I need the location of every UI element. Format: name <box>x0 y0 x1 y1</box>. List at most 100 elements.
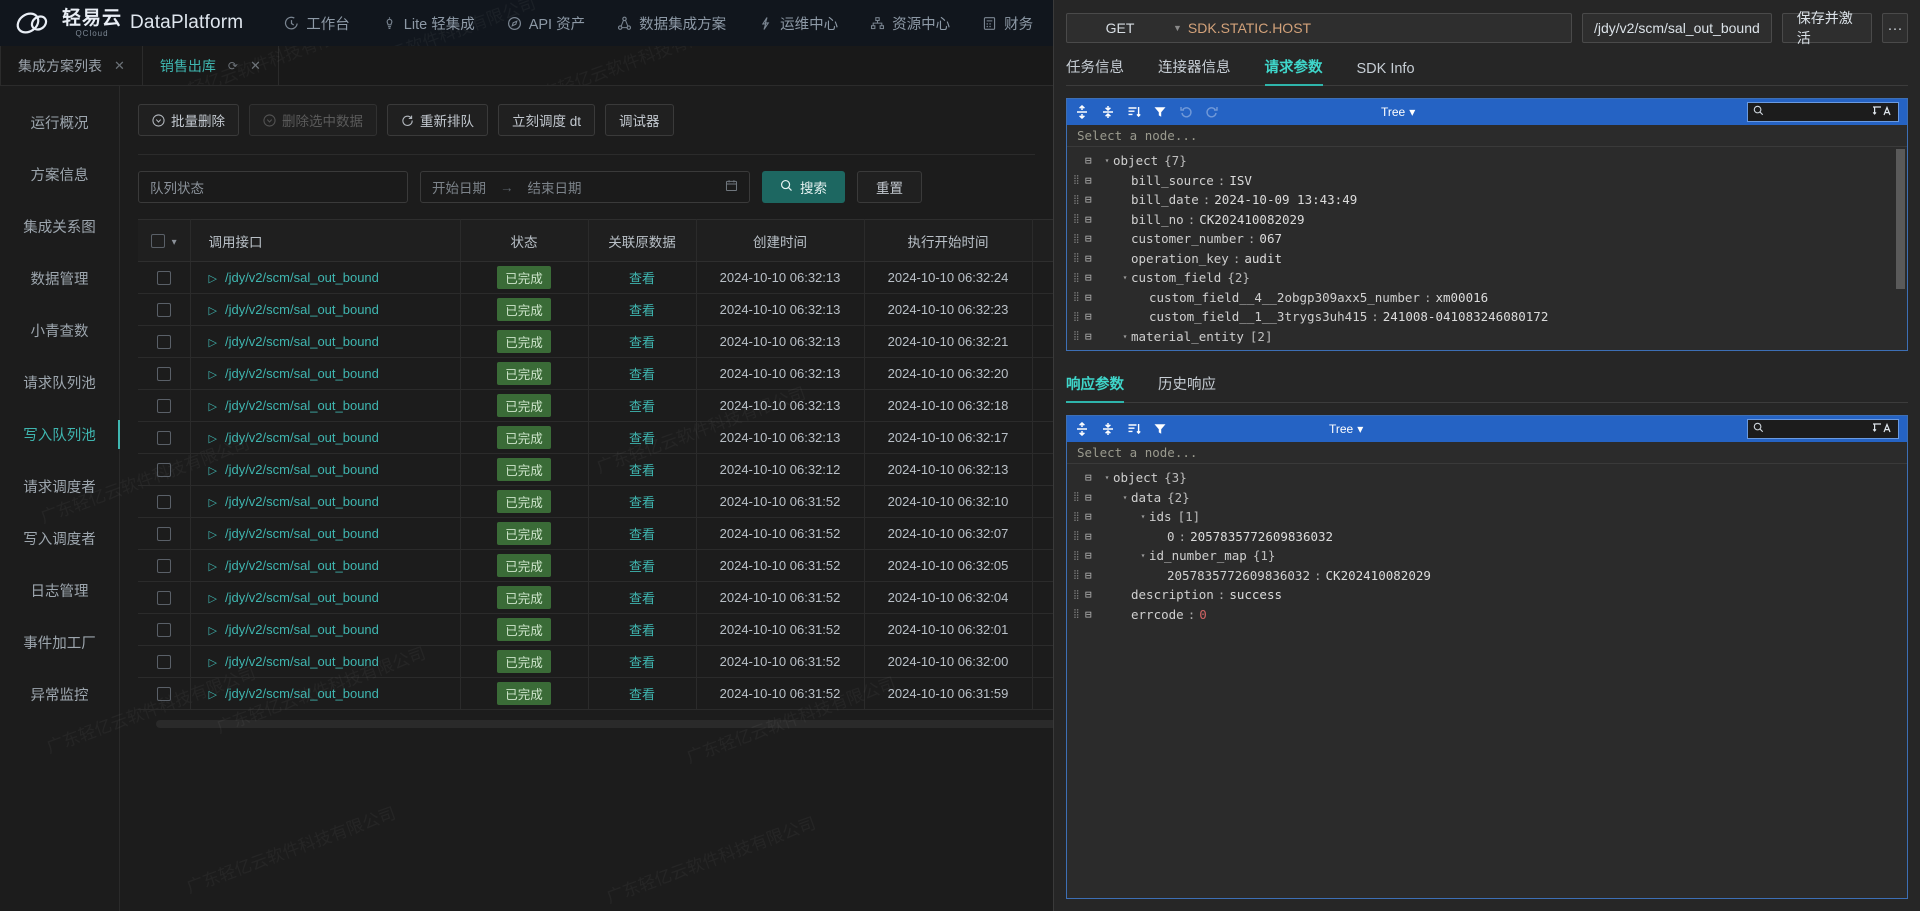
drag-handle-icon[interactable]: ⣿ <box>1073 609 1085 619</box>
node-menu-icon[interactable]: ⊟ <box>1085 310 1101 323</box>
json-tree-row[interactable]: ⊟ ▾ object {7} <box>1067 151 1907 171</box>
row-source-cell[interactable]: 查看 <box>588 357 697 390</box>
view-link[interactable]: 查看 <box>629 495 655 510</box>
nav-item-ops-center[interactable]: 运维中心 <box>743 7 853 40</box>
json-tree-row[interactable]: ⣿⊟ ▾2057835772609836032: CK202410082029 <box>1067 566 1907 586</box>
row-checkbox-cell[interactable] <box>138 581 191 614</box>
host-select[interactable]: ▼ SDK.STATIC.HOST <box>1173 20 1311 36</box>
json-tree-row[interactable]: ⣿⊟▾0{6} <box>1067 346 1907 350</box>
drag-handle-icon[interactable]: ⣿ <box>1073 312 1085 322</box>
row-checkbox[interactable] <box>156 527 171 542</box>
row-source-cell[interactable]: 查看 <box>588 389 697 422</box>
json-value[interactable]: xm00016 <box>1435 290 1488 305</box>
request-scrollbar-track[interactable] <box>1896 149 1905 348</box>
requeue-button[interactable]: 重新排队 <box>387 104 488 136</box>
row-checkbox[interactable] <box>156 367 171 382</box>
drag-handle-icon[interactable]: ⣿ <box>1073 234 1085 244</box>
sidebar-item-request-queue-pool[interactable]: 请求队列池 <box>0 362 119 403</box>
json-tree-row[interactable]: ⣿⊟ ▾bill_date:2024-10-09 13:43:49 <box>1067 190 1907 210</box>
json-tree-row[interactable]: ⣿⊟ ▾custom_field__1__3trygs3uh415:241008-… <box>1067 307 1907 327</box>
row-checkbox-cell[interactable] <box>138 389 191 422</box>
refresh-icon[interactable]: ⟳ <box>228 59 238 73</box>
json-tree-row[interactable]: ⊟ ▾ object {3} <box>1067 468 1907 488</box>
json-value[interactable]: success <box>1229 587 1282 602</box>
row-source-cell[interactable]: 查看 <box>588 453 697 486</box>
view-link[interactable]: 查看 <box>629 655 655 670</box>
filter-icon[interactable] <box>1153 105 1167 119</box>
json-tree-row[interactable]: ⣿ ⊟ ▾ data {2} <box>1067 488 1907 508</box>
tab-request-params[interactable]: 请求参数 <box>1264 56 1323 86</box>
row-checkbox[interactable] <box>156 591 171 606</box>
json-tree-row[interactable]: ⣿⊟ ▾0:2057835772609836032 <box>1067 527 1907 547</box>
row-source-cell[interactable]: 查看 <box>588 645 697 678</box>
sidebar-item-query[interactable]: 小青查数 <box>0 310 119 351</box>
json-value[interactable]: ISV <box>1229 173 1252 188</box>
sidebar-item-relation-graph[interactable]: 集成关系图 <box>0 206 119 247</box>
row-checkbox-cell[interactable] <box>138 549 191 582</box>
play-icon[interactable]: ▷ <box>209 369 217 381</box>
view-link[interactable]: 查看 <box>629 591 655 606</box>
play-icon[interactable]: ▷ <box>209 273 217 285</box>
row-checkbox[interactable] <box>156 623 171 638</box>
row-api-cell[interactable]: ▷ /jdy/v2/scm/sal_out_bound <box>190 613 461 646</box>
row-source-cell[interactable]: 查看 <box>588 677 697 710</box>
sort-icon[interactable] <box>1127 422 1141 436</box>
row-checkbox[interactable] <box>156 687 171 702</box>
response-editor-search[interactable] <box>1747 419 1899 439</box>
row-api-cell[interactable]: ▷ /jdy/v2/scm/sal_out_bound <box>190 549 461 582</box>
drag-handle-icon[interactable]: ⣿ <box>1073 531 1085 541</box>
sidebar-item-overview[interactable]: 运行概况 <box>0 102 119 143</box>
row-api-cell[interactable]: ▷ /jdy/v2/scm/sal_out_bound <box>190 389 461 422</box>
search-nav-icons[interactable] <box>1871 422 1893 437</box>
row-checkbox[interactable] <box>156 271 171 286</box>
row-checkbox-cell[interactable] <box>138 421 191 454</box>
node-menu-icon[interactable]: ⊟ <box>1085 271 1101 284</box>
node-menu-icon[interactable]: ⊟ <box>1085 330 1101 343</box>
node-menu-icon[interactable]: ⊟ <box>1085 471 1101 484</box>
doc-tab-sales-outbound[interactable]: 销售出库 ⟳ ✕ <box>143 46 279 85</box>
node-menu-icon[interactable]: ⊟ <box>1085 291 1101 304</box>
table-row[interactable]: ▷ /jdy/v2/scm/sal_out_bound 已完成 查看 2024-10-1… <box>138 453 1053 486</box>
row-api-cell[interactable]: ▷ /jdy/v2/scm/sal_out_bound <box>190 261 461 294</box>
editor-mode-select[interactable]: Tree ▾ <box>1381 105 1415 119</box>
row-checkbox-cell[interactable] <box>138 677 191 710</box>
close-icon[interactable]: ✕ <box>250 58 261 74</box>
filter-icon[interactable] <box>1153 422 1167 436</box>
drag-handle-icon[interactable]: ⣿ <box>1073 590 1085 600</box>
table-row[interactable]: ▷ /jdy/v2/scm/sal_out_bound 已完成 查看 2024-10-1… <box>138 421 1053 454</box>
play-icon[interactable]: ▷ <box>209 561 217 573</box>
redo-icon[interactable] <box>1205 105 1219 119</box>
table-row[interactable]: ▷ /jdy/v2/scm/sal_out_bound 已完成 查看 2024-10-1… <box>138 357 1053 390</box>
json-value[interactable]: 2057835772609836032 <box>1190 529 1333 544</box>
node-menu-icon[interactable]: ⊟ <box>1085 154 1101 167</box>
row-source-cell[interactable]: 查看 <box>588 325 697 358</box>
view-link[interactable]: 查看 <box>629 335 655 350</box>
sidebar-item-request-scheduler[interactable]: 请求调度者 <box>0 466 119 507</box>
row-api-cell[interactable]: ▷ /jdy/v2/scm/sal_out_bound <box>190 453 461 486</box>
table-row[interactable]: ▷ /jdy/v2/scm/sal_out_bound 已完成 查看 2024-10-1… <box>138 549 1053 582</box>
json-value[interactable]: 067 <box>1259 231 1282 246</box>
json-value[interactable]: 2024-10-09 13:43:49 <box>1214 192 1357 207</box>
sidebar-item-log-management[interactable]: 日志管理 <box>0 570 119 611</box>
node-menu-icon[interactable]: ⊟ <box>1085 349 1101 350</box>
expand-toggle-icon[interactable]: ▾ <box>1101 156 1113 165</box>
row-checkbox-cell[interactable] <box>138 645 191 678</box>
more-options-button[interactable]: ··· <box>1881 13 1908 43</box>
row-source-cell[interactable]: 查看 <box>588 261 697 294</box>
row-checkbox-cell[interactable] <box>138 293 191 326</box>
header-select-all[interactable]: ▾ <box>138 219 191 262</box>
play-icon[interactable]: ▷ <box>209 465 217 477</box>
row-checkbox-cell[interactable] <box>138 453 191 486</box>
tab-task-info[interactable]: 任务信息 <box>1066 56 1124 86</box>
debugger-button[interactable]: 调试器 <box>605 104 674 136</box>
expand-toggle-icon[interactable]: ▾ <box>1119 273 1131 282</box>
json-value[interactable]: 0 <box>1199 607 1207 622</box>
table-row[interactable]: ▷ /jdy/v2/scm/sal_out_bound 已完成 查看 2024-10-1… <box>138 325 1053 358</box>
view-link[interactable]: 查看 <box>629 431 655 446</box>
nav-item-api-assets[interactable]: API 资产 <box>492 7 600 40</box>
json-tree-row[interactable]: ⣿ ⊟ ▾ id_number_map {1} <box>1067 546 1907 566</box>
node-menu-icon[interactable]: ⊟ <box>1085 588 1101 601</box>
search-nav-icons[interactable] <box>1871 105 1893 120</box>
drag-handle-icon[interactable]: ⣿ <box>1073 570 1085 580</box>
expand-toggle-icon[interactable]: ▾ <box>1119 332 1131 341</box>
